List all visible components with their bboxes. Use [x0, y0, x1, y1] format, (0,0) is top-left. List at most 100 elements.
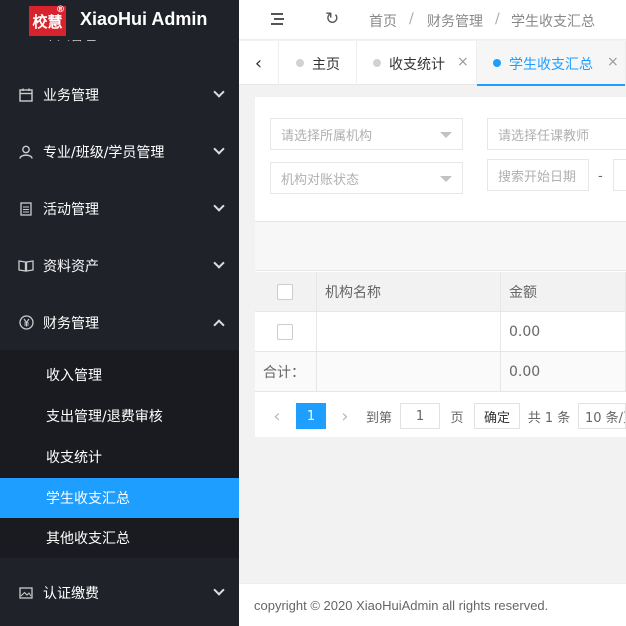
registered-mark: ®: [56, 5, 65, 15]
teacher-placeholder: 请选择任课教师: [498, 128, 590, 144]
tab-bar: ‹ 主页 收支统计 × 学生收支汇总 ×: [239, 41, 626, 86]
total-count: 共 1 条: [527, 410, 571, 426]
select-all-cell: [255, 272, 317, 312]
breadcrumb-separator: /: [495, 11, 500, 27]
total-name-cell: [317, 352, 501, 392]
breadcrumb-home[interactable]: 首页: [369, 11, 397, 31]
chevron-down-icon: [213, 200, 225, 212]
footer: copyright © 2020 XiaoHuiAdmin all rights…: [239, 583, 626, 626]
copyright-text: copyright © 2020 XiaoHuiAdmin all rights…: [254, 598, 549, 613]
chevron-left-icon[interactable]: ‹: [239, 41, 279, 85]
submenu-item-income[interactable]: 收入管理: [0, 355, 239, 395]
table-total-row: 合计： 0.00: [255, 352, 626, 392]
submenu-item-label: 收支统计: [46, 450, 102, 466]
chevron-up-icon: [213, 319, 225, 331]
institution-select[interactable]: 请选择所属机构: [270, 118, 463, 150]
submenu-item-label: 收入管理: [46, 368, 102, 384]
page-label: 页: [450, 410, 464, 426]
book-icon: [18, 258, 34, 274]
sidebar-item-certification[interactable]: 认证缴费: [0, 564, 239, 621]
page-size-select[interactable]: 10 条/页: [578, 403, 626, 429]
tab-student-summary[interactable]: 学生收支汇总 ×: [477, 41, 626, 86]
sidebar-item-label: 业务管理: [43, 87, 99, 104]
status-placeholder: 机构对账状态: [281, 172, 360, 188]
sidebar-item-activities[interactable]: 活动管理: [0, 180, 239, 237]
user-icon: [18, 144, 34, 160]
refresh-icon[interactable]: ↻: [325, 9, 339, 29]
sidebar-item-business[interactable]: 业务管理: [0, 66, 239, 123]
tab-stats[interactable]: 收支统计 ×: [357, 41, 477, 85]
column-header-amount[interactable]: 金额: [501, 272, 626, 312]
image-icon: [18, 585, 34, 601]
end-date-input[interactable]: [613, 159, 626, 191]
goto-page-input[interactable]: 1: [400, 403, 440, 429]
submenu-item-label: 支出管理/退费审核: [46, 409, 163, 425]
prev-page-icon[interactable]: ‹: [263, 403, 291, 429]
breadcrumb-finance[interactable]: 财务管理: [427, 11, 483, 31]
total-amount: 0.00: [501, 352, 626, 392]
column-header-name[interactable]: 机构名称: [317, 272, 501, 312]
content-card: 请选择所属机构 请选择任课教师 机构对账状态 搜索开始日期 - 机构名称 金额 …: [255, 97, 626, 437]
table-toolbar: [255, 221, 626, 271]
chevron-down-icon: [213, 257, 225, 269]
chevron-down-icon: [213, 584, 225, 596]
yen-icon: [18, 315, 34, 331]
cell-name: [317, 312, 501, 352]
status-select[interactable]: 机构对账状态: [270, 162, 463, 194]
sidebar-item-majors[interactable]: 专业/班级/学员管理: [0, 123, 239, 180]
close-icon[interactable]: ×: [607, 54, 619, 70]
breadcrumb-separator: /: [409, 11, 414, 27]
date-range-separator: -: [598, 169, 603, 184]
goto-confirm-button[interactable]: 确定: [474, 403, 520, 429]
start-date-input[interactable]: 搜索开始日期: [487, 159, 589, 191]
select-all-checkbox[interactable]: [277, 284, 293, 300]
calendar-icon: [18, 87, 34, 103]
chevron-down-icon: [213, 86, 225, 98]
tab-dot: [296, 59, 304, 67]
tab-home[interactable]: 主页: [280, 41, 357, 85]
total-label: 合计：: [255, 352, 317, 392]
submenu-item-other-summary[interactable]: 其他收支汇总: [0, 518, 239, 558]
submenu-item-student-summary[interactable]: 学生收支汇总: [0, 478, 239, 518]
app-title: XiaoHui Admin: [80, 9, 208, 29]
sidebar-item-label: 专业/班级/学员管理: [43, 144, 165, 161]
row-checkbox[interactable]: [277, 324, 293, 340]
sidebar-item-label: 认证缴费: [43, 585, 99, 602]
sidebar-item-assets[interactable]: 资料资产: [0, 237, 239, 294]
page-current[interactable]: 1: [296, 403, 326, 429]
pagination: ‹ 1 › 到第 1 页 确定 共 1 条 10 条/页: [255, 395, 626, 435]
goto-label: 到第: [365, 410, 392, 426]
sidebar-item-label: 活动管理: [43, 201, 99, 218]
tab-dot: [373, 59, 381, 67]
menu-toggle-icon[interactable]: [269, 12, 285, 26]
tab-label: 收支统计: [389, 57, 445, 73]
row-checkbox-cell: [255, 312, 317, 352]
submenu-item-label: 其他收支汇总: [46, 531, 130, 547]
tab-dot: [493, 59, 501, 67]
tab-label: 学生收支汇总: [509, 57, 593, 73]
submenu-item-expense[interactable]: 支出管理/退费审核: [0, 396, 239, 436]
finance-submenu: 收入管理 支出管理/退费审核 收支统计 学生收支汇总 其他收支汇总: [0, 350, 239, 558]
breadcrumb-current: 学生收支汇总: [511, 14, 595, 30]
submenu-item-stats[interactable]: 收支统计: [0, 437, 239, 477]
table-header-row: 机构名称 金额: [255, 272, 626, 312]
sidebar-item-label: 资料资产: [43, 258, 99, 275]
institution-placeholder: 请选择所属机构: [281, 128, 373, 144]
table-row: 0.00: [255, 312, 626, 352]
cell-amount: 0.00: [501, 312, 626, 352]
teacher-select[interactable]: 请选择任课教师: [487, 118, 626, 150]
sidebar-item-label: 财务管理: [43, 315, 99, 332]
logo-badge: 校慧 ®: [29, 5, 66, 36]
tab-label: 主页: [312, 57, 340, 73]
sidebar: 个人管理 校慧 ® XiaoHui Admin 业务管理 专业/班级/学员管理 …: [0, 0, 239, 626]
sidebar-item-finance[interactable]: 财务管理: [0, 294, 239, 351]
caret-down-icon: [440, 176, 452, 182]
next-page-icon[interactable]: ›: [331, 403, 359, 429]
caret-down-icon: [440, 132, 452, 138]
logo-bar: 校慧 ® XiaoHui Admin: [0, 0, 239, 40]
document-icon: [18, 201, 34, 217]
start-date-placeholder: 搜索开始日期: [498, 169, 577, 185]
chevron-down-icon: [213, 143, 225, 155]
top-header: ↻ 首页 / 财务管理 / 学生收支汇总: [239, 0, 626, 40]
close-icon[interactable]: ×: [457, 54, 469, 70]
